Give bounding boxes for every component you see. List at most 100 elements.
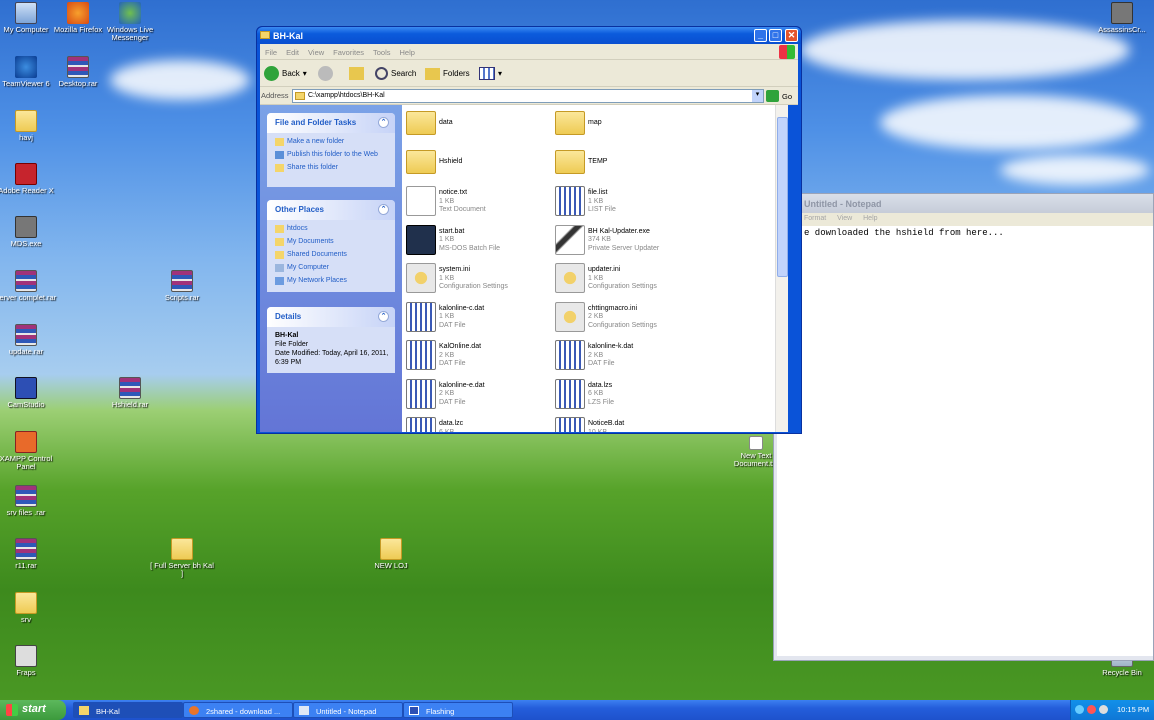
file-item[interactable]: data [406,109,554,143]
file-item[interactable]: NoticeB.dat 10 KB [555,417,703,432]
views-button[interactable]: ▾ [479,65,502,82]
clock[interactable]: 10:15 PM [1117,705,1149,714]
menu-view[interactable]: View [837,215,852,222]
desktop-icon-adobe-reader[interactable]: Adobe Reader X [0,163,58,195]
rar-archive-icon [67,56,89,78]
file-item[interactable]: chttingmacro.ini 2 KB Configuration Settin… [555,301,703,336]
network-tray-icon[interactable] [1075,705,1084,714]
desktop-icon-messenger[interactable]: Windows Live Messenger [98,2,162,42]
menu-file[interactable]: File [260,44,281,57]
file-item[interactable]: kalonline-e.dat 2 KB DAT File [406,378,554,413]
panel-header[interactable]: Other Places ⌃ [267,200,395,220]
teamviewer-icon [15,56,37,78]
folder-icon [295,92,305,100]
desktop-icon-assassins-creed[interactable]: AssassinsCr... [1090,2,1154,34]
place-my-network-places[interactable]: My Network Places [275,276,389,285]
share-folder-link[interactable]: Share this folder [275,163,389,172]
place-shared-documents[interactable]: Shared Documents [275,250,389,259]
address-input[interactable]: C:\xampp\htdocs\BH-Kal ▾ [292,89,764,103]
place-my-documents[interactable]: My Documents [275,237,389,246]
notepad-title[interactable]: Untitled - Notepad [774,194,1153,213]
taskbar-item-firefox[interactable]: 2shared - download ... [183,702,293,718]
file-item[interactable]: data.lzc 6 KB [406,417,554,432]
file-item[interactable]: map [555,109,703,143]
desktop-icon-srv-files[interactable]: srv files .rar [0,485,58,517]
scrollbar-thumb[interactable] [777,117,788,277]
panel-header[interactable]: Details ⌃ [267,307,395,327]
explorer-window[interactable]: BH-Kal _ □ ✕ File Edit View Favorites Tools H… [256,26,802,434]
desktop-icon-fraps[interactable]: Fraps [0,645,58,677]
desktop-icon-srv[interactable]: srv [0,592,58,624]
collapse-icon[interactable]: ⌃ [378,117,389,128]
collapse-icon[interactable]: ⌃ [378,311,389,322]
menu-view[interactable]: View [303,44,328,57]
notepad-text-area[interactable]: e downloaded the hshield from here... [777,226,1153,656]
desktop-icon-mds[interactable]: MDS.exe [0,216,58,248]
explorer-titlebar[interactable]: BH-Kal _ □ ✕ [257,27,801,44]
forward-button[interactable] [318,65,333,82]
file-item[interactable]: TEMP [555,148,703,182]
windows-logo-icon [779,45,795,59]
chevron-down-icon[interactable]: ▾ [752,90,763,102]
vertical-scrollbar[interactable] [775,105,788,432]
desktop-icon-desktop-rar[interactable]: Desktop.rar [46,56,110,88]
taskbar-item-notepad[interactable]: Untitled - Notepad [293,702,403,718]
menu-favorites[interactable]: Favorites [328,44,368,57]
file-item[interactable]: file.list 1 KB LIST File [555,186,703,220]
file-item[interactable]: start.bat 1 KB MS-DOS Batch File [406,224,554,259]
desktop-icon-scripts[interactable]: Scripts.rar [150,270,214,302]
forward-arrow-icon [318,66,333,81]
close-button[interactable]: ✕ [785,29,798,42]
my-computer-icon [15,2,37,24]
security-tray-icon[interactable] [1087,705,1096,714]
file-item[interactable]: updater.ini 1 KB Configuration Settings [555,263,703,297]
file-item[interactable]: data.lzs 6 KB LZS File [555,378,703,413]
desktop-icon-full-server[interactable]: [ Full Server bh Kal ] [150,538,214,578]
menu-help[interactable]: Help [395,44,419,57]
file-item[interactable]: kalonline-k.dat 2 KB DAT File [555,340,703,374]
collapse-icon[interactable]: ⌃ [378,204,389,215]
minimize-button[interactable]: _ [754,29,767,42]
place-htdocs[interactable]: htdocs [275,224,389,233]
file-name: start.bat [439,227,465,235]
menu-help[interactable]: Help [863,215,877,222]
menu-edit[interactable]: Edit [281,44,303,57]
panel-header[interactable]: File and Folder Tasks ⌃ [267,113,395,133]
up-folder-button[interactable] [349,65,364,82]
search-button[interactable]: Search [375,65,416,82]
desktop-icon-new-loj[interactable]: NEW LOJ [359,538,423,570]
make-new-folder-link[interactable]: Make a new folder [275,137,389,146]
file-size: 2 KB [588,313,604,321]
file-item[interactable]: kalonline-c.dat 1 KB DAT File [406,301,554,336]
go-button[interactable]: Go [765,90,792,102]
place-my-computer[interactable]: My Computer [275,263,389,272]
toolbar: Back ▾ Search Folders ▾ [260,60,798,87]
file-item[interactable]: system.ini 1 KB Configuration Settings [406,263,554,297]
folders-button[interactable]: Folders [425,65,470,82]
taskbar-item-flashing[interactable]: Flashing [403,702,513,718]
desktop-icon-camstudio[interactable]: CamStudio [0,377,58,409]
desktop-icon-hshield[interactable]: Hshield.rar [98,377,162,409]
notepad-window[interactable]: Untitled - Notepad Format View Help e do… [773,193,1154,661]
back-button[interactable]: Back ▾ [264,65,307,82]
file-item[interactable]: Hshield [406,148,554,182]
publish-folder-link[interactable]: Publish this folder to the Web [275,150,389,159]
volume-tray-icon[interactable] [1099,705,1108,714]
file-item[interactable]: notice.txt 1 KB Text Document [406,186,554,220]
menu-tools[interactable]: Tools [368,44,395,57]
folder-file-icon [406,149,436,174]
desktop-icon-xampp[interactable]: XAMPP Control Panel [0,431,58,471]
file-item[interactable]: BH Kal-Updater.exe 374 KB Private Server U… [555,224,703,259]
file-item[interactable]: KalOnline.dat 2 KB DAT File [406,340,554,374]
taskbar: start BH-Kal 2shared - download ... Unti… [0,700,1154,720]
taskbar-item-bh-kal[interactable]: BH-Kal [73,702,183,718]
chevron-down-icon: ▾ [302,69,307,78]
start-button[interactable]: start [0,700,66,720]
menu-format[interactable]: Format [804,215,826,222]
maximize-button[interactable]: □ [769,29,782,42]
file-name: data.lzs [588,381,613,389]
desktop-icon-r11[interactable]: r11.rar [0,538,58,570]
desktop-icon-havj[interactable]: havj [0,110,58,142]
desktop-icon-server-complet[interactable]: server complet.rar [0,270,58,302]
desktop-icon-update[interactable]: update.rar [0,324,58,356]
